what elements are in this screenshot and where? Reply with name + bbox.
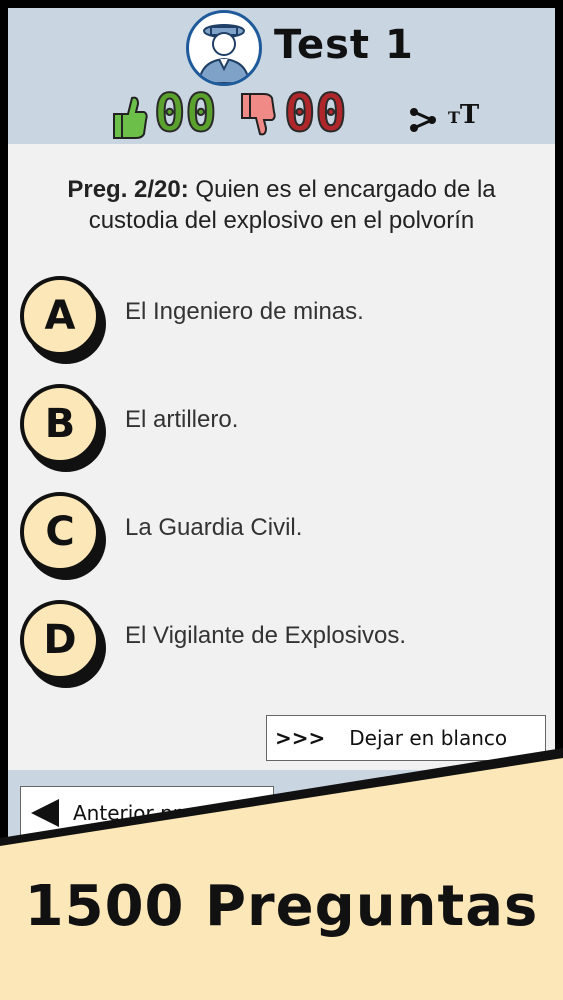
question-number: Preg. 2/20: bbox=[67, 176, 189, 203]
answer-letter-badge[interactable]: C bbox=[20, 492, 100, 572]
promo-banner-text: 1500 Preguntas bbox=[24, 874, 539, 939]
skip-label: Dejar en blanco bbox=[349, 726, 508, 750]
answer-text[interactable]: El artillero. bbox=[125, 406, 238, 434]
answer-option-a[interactable]: A El Ingeniero de minas. bbox=[18, 276, 538, 366]
answer-letter-badge[interactable]: A bbox=[20, 276, 100, 356]
test-title: Test 1 bbox=[274, 22, 414, 68]
previous-label: Anterior pregunta bbox=[73, 801, 252, 825]
answer-letter-badge[interactable]: D bbox=[20, 600, 100, 680]
answer-option-c[interactable]: C La Guardia Civil. bbox=[18, 492, 538, 582]
arrow-left-icon bbox=[31, 799, 59, 827]
share-icon[interactable] bbox=[408, 108, 438, 132]
font-size-big-glyph: T bbox=[459, 100, 480, 130]
previous-question-button[interactable]: Anterior pregunta bbox=[20, 786, 274, 840]
correct-counter: 00 bbox=[153, 84, 218, 144]
answer-letter-badge[interactable]: B bbox=[20, 384, 100, 464]
skip-question-button[interactable]: >>> Dejar en blanco bbox=[266, 715, 546, 761]
answer-text[interactable]: El Ingeniero de minas. bbox=[125, 298, 364, 326]
skip-arrows: >>> bbox=[275, 726, 326, 750]
font-size-icon[interactable]: TT bbox=[448, 100, 479, 130]
answer-text[interactable]: La Guardia Civil. bbox=[125, 514, 302, 542]
question-text: Preg. 2/20: Quien es el encargado de la … bbox=[28, 174, 535, 236]
app-screen: Test 1 00 00 TT Preg. 2/20: Quien es el … bbox=[8, 8, 555, 1000]
header-bar: Test 1 00 00 TT bbox=[8, 8, 555, 144]
answer-text[interactable]: El Vigilante de Explosivos. bbox=[125, 622, 406, 650]
thumbs-down-icon bbox=[241, 93, 276, 136]
guard-avatar-icon bbox=[186, 10, 262, 86]
answer-option-b[interactable]: B El artillero. bbox=[18, 384, 538, 474]
wrong-counter: 00 bbox=[283, 84, 348, 144]
answer-option-d[interactable]: D El Vigilante de Explosivos. bbox=[18, 600, 538, 690]
thumbs-up-icon bbox=[113, 96, 148, 139]
font-size-small-glyph: T bbox=[448, 108, 460, 127]
